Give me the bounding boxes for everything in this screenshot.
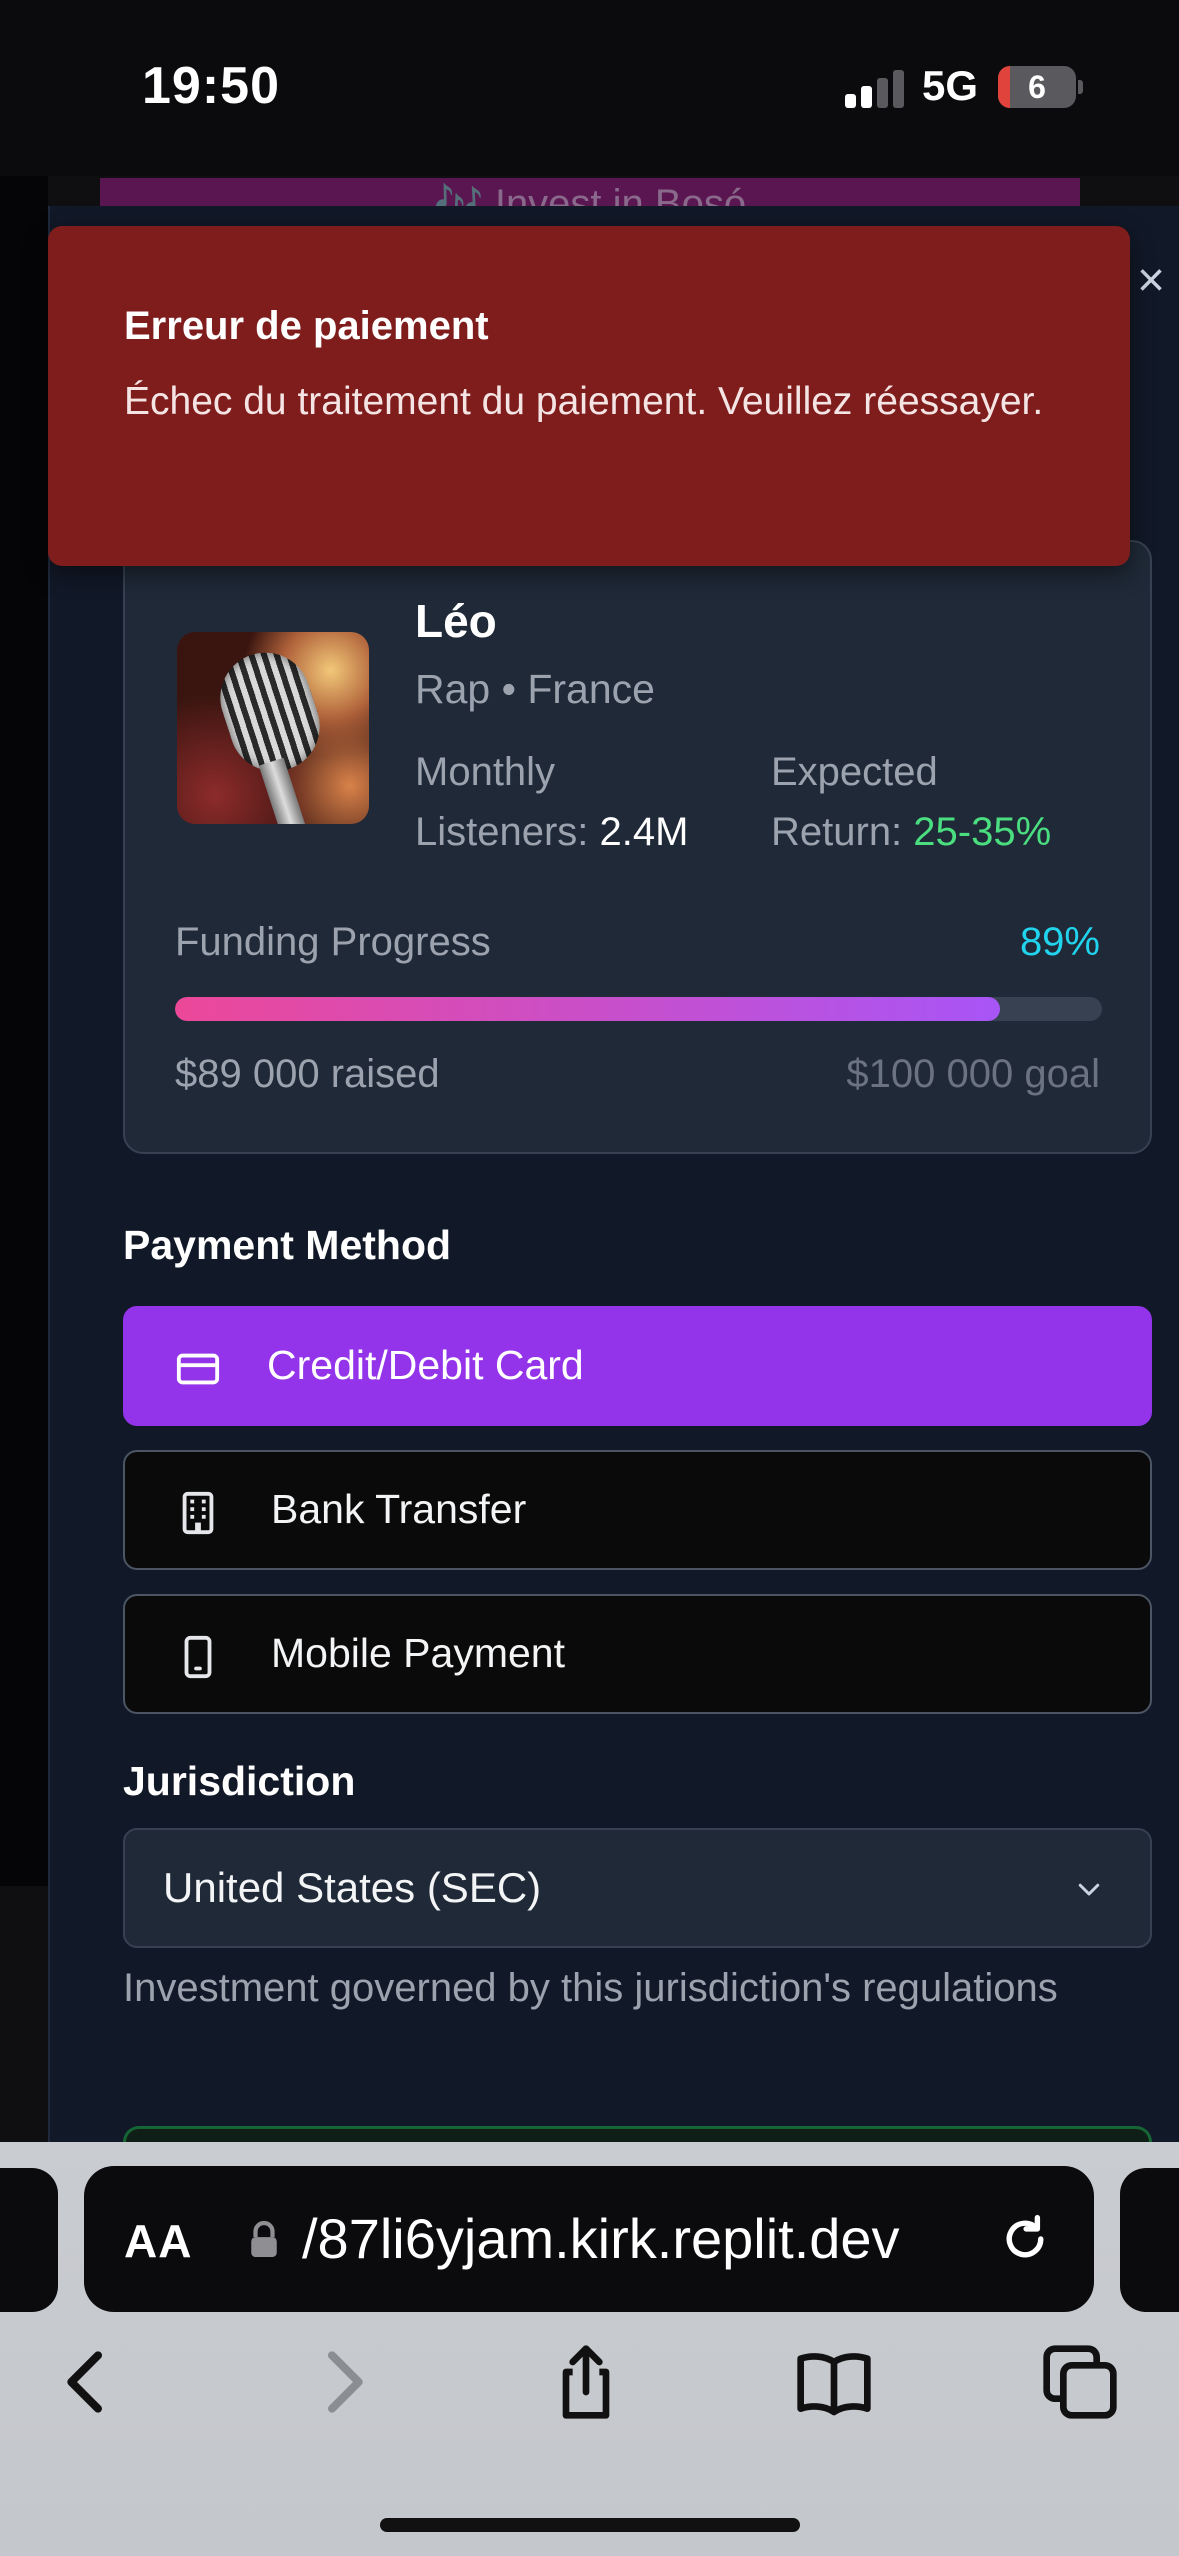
funding-progress-bar xyxy=(175,997,1102,1021)
tabs-icon[interactable] xyxy=(1040,2342,1120,2422)
payment-option-label: Credit/Debit Card xyxy=(267,1342,584,1388)
jurisdiction-title: Jurisdiction xyxy=(123,1758,356,1804)
payment-option-mobile[interactable]: Mobile Payment xyxy=(123,1594,1152,1714)
error-toast[interactable]: Erreur de paiement Échec du traitement d… xyxy=(48,226,1130,566)
close-icon[interactable]: × xyxy=(1128,257,1174,305)
artist-name: Léo xyxy=(415,595,497,647)
credit-card-icon xyxy=(176,1353,220,1385)
funding-percent: 89% xyxy=(1019,920,1100,964)
jurisdiction-select[interactable]: United States (SEC) xyxy=(123,1828,1152,1948)
listeners-label-line2: Listeners: xyxy=(415,810,589,854)
bookmarks-icon[interactable] xyxy=(794,2342,874,2422)
battery-tip xyxy=(1078,80,1083,94)
funding-label: Funding Progress xyxy=(175,920,491,964)
expected-return: Expected Return: 25-35% xyxy=(771,742,1051,862)
return-label-line2: Return: xyxy=(771,810,903,854)
building-icon xyxy=(182,1491,214,1535)
background-strip xyxy=(0,176,48,1886)
next-tab-preview[interactable] xyxy=(1120,2168,1179,2312)
smartphone-icon xyxy=(184,1635,212,1679)
payment-method-title: Payment Method xyxy=(123,1222,452,1268)
home-indicator xyxy=(380,2518,800,2532)
toast-message: Échec du traitement du paiement. Veuille… xyxy=(124,380,1044,423)
chevron-down-icon xyxy=(1078,1883,1100,1896)
lock-icon xyxy=(251,2220,277,2257)
reload-icon[interactable] xyxy=(998,2212,1052,2266)
payment-option-bank[interactable]: Bank Transfer xyxy=(123,1450,1152,1570)
url-text: /87li6yjam.kirk.replit.dev xyxy=(302,2207,900,2270)
artist-card: Léo Rap • France Monthly Listeners: 2.4M… xyxy=(123,540,1152,1154)
artist-genre-country: Rap • France xyxy=(415,666,655,712)
jurisdiction-value: United States (SEC) xyxy=(163,1864,542,1911)
payment-option-card[interactable]: Credit/Debit Card xyxy=(123,1306,1152,1426)
artist-image xyxy=(177,632,369,824)
share-icon[interactable] xyxy=(546,2342,626,2422)
jurisdiction-hint: Investment governed by this jurisdiction… xyxy=(123,1966,1058,2010)
signal-icon xyxy=(845,68,905,108)
reader-settings-button[interactable]: AA xyxy=(124,2214,192,2268)
return-label-line1: Expected xyxy=(771,750,938,794)
status-bar: 19:50 5G 6 xyxy=(0,0,1179,176)
forward-icon[interactable] xyxy=(302,2342,382,2422)
toast-title: Erreur de paiement xyxy=(124,304,489,348)
address-bar[interactable]: AA /87li6yjam.kirk.replit.dev xyxy=(84,2166,1094,2312)
listeners-label-line1: Monthly xyxy=(415,750,556,794)
network-type: 5G xyxy=(922,62,979,109)
previous-tab-preview[interactable] xyxy=(0,2168,58,2312)
listeners-value: 2.4M xyxy=(599,810,689,854)
battery-level: 6 xyxy=(1028,69,1046,105)
return-value: 25-35% xyxy=(913,810,1052,854)
funding-goal: $100 000 goal xyxy=(846,1052,1100,1096)
funding-progress-fill xyxy=(175,997,1001,1021)
amount-raised: $89 000 raised xyxy=(175,1052,440,1096)
status-time: 19:50 xyxy=(142,57,280,115)
battery-icon: 6 xyxy=(998,66,1076,108)
payment-option-label: Mobile Payment xyxy=(271,1630,565,1676)
monthly-listeners: Monthly Listeners: 2.4M xyxy=(415,742,688,862)
payment-option-label: Bank Transfer xyxy=(271,1486,527,1532)
back-icon[interactable] xyxy=(48,2342,128,2422)
